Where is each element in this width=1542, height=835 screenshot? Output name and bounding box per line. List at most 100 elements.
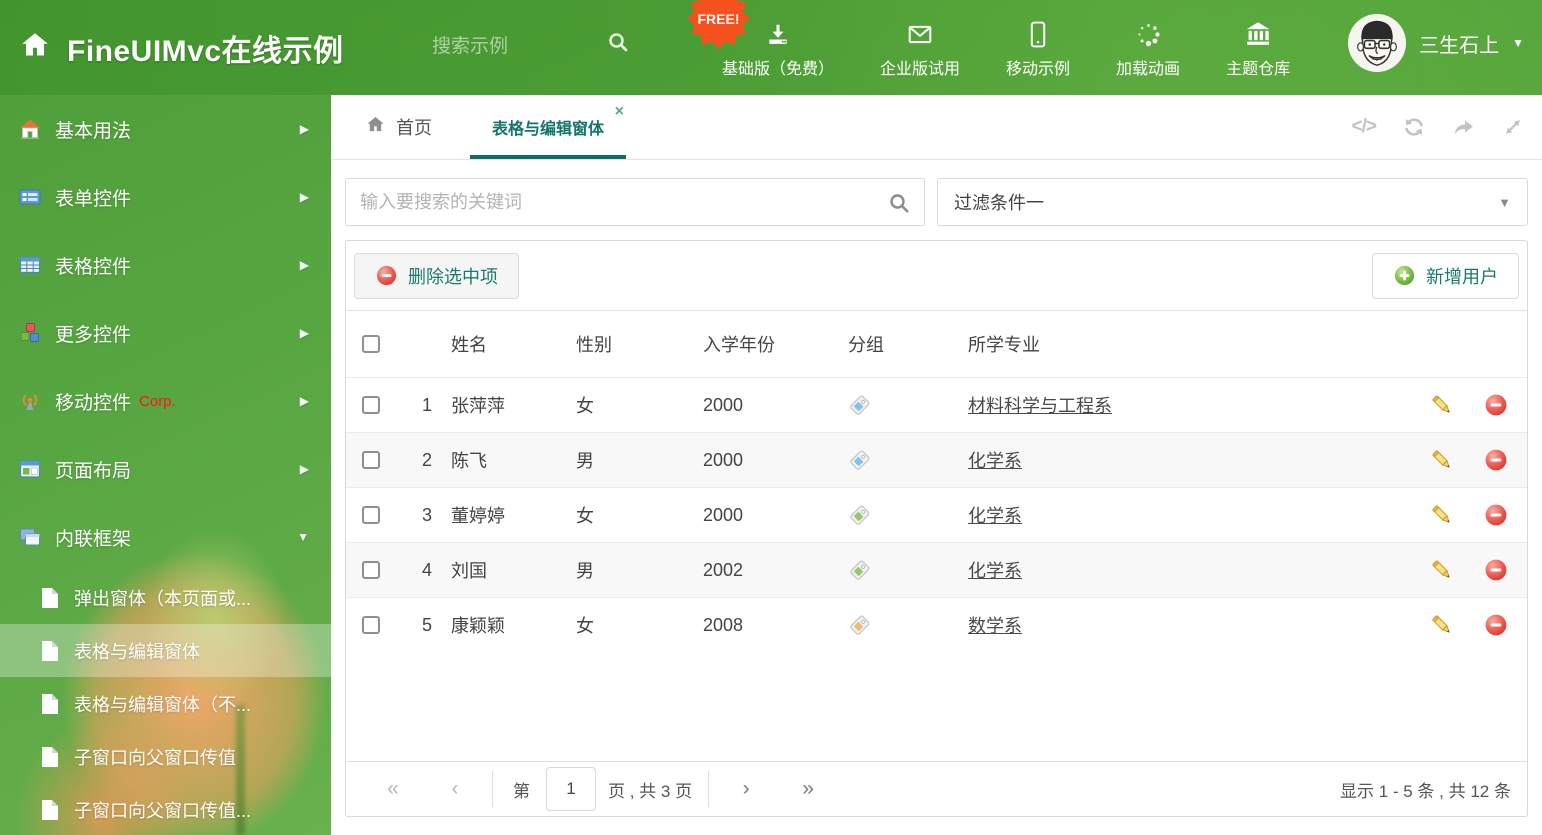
delete-row-icon[interactable] (1465, 613, 1527, 637)
edit-row-icon[interactable] (1419, 393, 1465, 417)
form-icon (18, 185, 42, 209)
delete-selected-button[interactable]: 删除选中项 (354, 252, 519, 299)
sidebar-subitem-label: 表格与编辑窗体（不... (74, 694, 252, 715)
edit-row-icon[interactable] (1419, 448, 1465, 472)
sidebar-item-form-controls[interactable]: 表单控件 ▶ (0, 163, 331, 231)
row-checkbox[interactable] (362, 451, 380, 469)
sidebar-subitem-child-to-parent-alt[interactable]: 子窗口向父窗口传值... (0, 783, 331, 835)
group-tag-icon (833, 559, 953, 582)
user-menu[interactable]: 三生石上 ▼ (1348, 14, 1524, 72)
bank-icon (1243, 20, 1273, 48)
row-checkbox[interactable] (362, 506, 380, 524)
brand: FineUIMvc在线示例 (18, 0, 344, 95)
share-icon[interactable] (1452, 115, 1476, 139)
table-row[interactable]: 4 刘国 男 2002 化学系 (346, 542, 1527, 597)
major-link[interactable]: 化学系 (968, 557, 1022, 583)
sidebar-subitem-grid-edit-window-alt[interactable]: 表格与编辑窗体（不... (0, 677, 331, 730)
nav-item-enterprise-trial[interactable]: 企业版试用 (880, 20, 960, 79)
table-row[interactable]: 1 张萍萍 女 2000 材料科学与工程系 (346, 377, 1527, 432)
file-icon (40, 799, 60, 821)
sidebar-subitem-child-to-parent[interactable]: 子窗口向父窗口传值 (0, 730, 331, 783)
table-row[interactable]: 2 陈飞 男 2000 化学系 (346, 432, 1527, 487)
avatar[interactable] (1348, 14, 1407, 72)
prev-page-button[interactable]: ‹ (424, 777, 486, 801)
nav-item-theme-repo[interactable]: 主题仓库 (1226, 20, 1290, 79)
example-search[interactable]: 搜索示例 (432, 30, 630, 59)
select-all-checkbox[interactable] (362, 335, 380, 353)
search-icon[interactable] (887, 191, 911, 220)
sidebar-item-label: 内联框架 (55, 528, 132, 550)
grid-empty-area (346, 652, 1527, 761)
major-link[interactable]: 材料科学与工程系 (968, 392, 1112, 418)
row-checkbox[interactable] (362, 616, 380, 634)
sidebar-item-basic-usage[interactable]: 基本用法 ▶ (0, 95, 331, 163)
row-checkbox[interactable] (362, 396, 380, 414)
keyword-search-box (345, 178, 925, 226)
pager-divider (492, 771, 493, 807)
home-icon[interactable] (18, 30, 52, 65)
major-link[interactable]: 化学系 (968, 447, 1022, 473)
add-user-button[interactable]: 新增用户 (1372, 252, 1519, 299)
sidebar-subitem-label: 表格与编辑窗体 (74, 641, 200, 662)
sidebar-item-label: 表单控件 (55, 188, 132, 210)
last-page-button[interactable]: » (777, 777, 839, 801)
page-label-prefix: 第 (513, 781, 530, 801)
column-header-group[interactable]: 分组 (833, 331, 953, 357)
sidebar-item-mobile-controls[interactable]: 移动控件 Corp. ▶ (0, 367, 331, 435)
column-header-year[interactable]: 入学年份 (688, 331, 833, 357)
edit-row-icon[interactable] (1419, 503, 1465, 527)
sidebar-item-label: 页面布局 (55, 460, 132, 482)
source-code-icon[interactable]: </> (1352, 116, 1378, 138)
username: 三生石上 (1419, 34, 1500, 57)
tab-grid-edit-window[interactable]: 表格与编辑窗体 × (470, 95, 627, 159)
filter-dropdown[interactable]: 过滤条件一 ▼ (937, 178, 1528, 226)
tab-home[interactable]: 首页 (351, 95, 446, 159)
search-icon[interactable] (606, 30, 630, 59)
column-header-gender[interactable]: 性别 (561, 331, 688, 357)
delete-row-icon[interactable] (1465, 448, 1527, 472)
delete-row-icon[interactable] (1465, 393, 1527, 417)
page-number-input[interactable] (546, 767, 596, 811)
sidebar-item-label: 更多控件 (55, 324, 132, 346)
sidebar-item-label: 表格控件 (55, 256, 132, 278)
row-checkbox[interactable] (362, 561, 380, 579)
expand-icon[interactable] (1502, 116, 1524, 138)
app-title: FineUIMvc在线示例 (67, 34, 344, 68)
sidebar-subitem-popup-window[interactable]: 弹出窗体（本页面或... (0, 571, 331, 624)
column-header-name[interactable]: 姓名 (436, 331, 561, 357)
top-header-bar: FineUIMvc在线示例 搜索示例 FREE! 基础版（免费） 企业版试用 移… (0, 0, 1542, 95)
next-page-button[interactable]: › (715, 777, 777, 801)
major-link[interactable]: 化学系 (968, 502, 1022, 528)
sidebar-item-grid-controls[interactable]: 表格控件 ▶ (0, 231, 331, 299)
sidebar-item-iframe[interactable]: 内联框架 ▼ (0, 503, 331, 571)
sidebar-menu: 基本用法 ▶ 表单控件 ▶ 表格控件 ▶ 更多控件 ▶ 移动控件 Corp. ▶… (0, 95, 331, 835)
nav-label: 企业版试用 (880, 61, 961, 78)
sidebar-item-label: 移动控件 (55, 392, 132, 414)
file-icon (40, 693, 60, 715)
refresh-icon[interactable] (1402, 115, 1426, 139)
nav-item-mobile-demo[interactable]: 移动示例 (1006, 20, 1070, 79)
chevron-right-icon: ▶ (299, 258, 309, 272)
close-icon[interactable]: × (615, 104, 624, 120)
chevron-right-icon: ▶ (299, 190, 309, 204)
tab-toolbar: </> (1352, 95, 1524, 159)
grid-toolbar: 删除选中项 新增用户 (346, 241, 1527, 311)
edit-row-icon[interactable] (1419, 558, 1465, 582)
sidebar-item-more-controls[interactable]: 更多控件 ▶ (0, 299, 331, 367)
keyword-search-input[interactable] (346, 179, 924, 225)
sidebar-subitem-grid-edit-window[interactable]: 表格与编辑窗体 (0, 624, 331, 677)
delete-row-icon[interactable] (1465, 503, 1527, 527)
sidebar-subitem-label: 子窗口向父窗口传值 (74, 747, 236, 768)
nav-item-loading-animations[interactable]: 加载动画 (1116, 20, 1180, 79)
edit-row-icon[interactable] (1419, 613, 1465, 637)
delete-row-icon[interactable] (1465, 558, 1527, 582)
sidebar-item-page-layout[interactable]: 页面布局 ▶ (0, 435, 331, 503)
file-icon (40, 746, 60, 768)
first-page-button[interactable]: « (362, 777, 424, 801)
download-icon (764, 20, 792, 48)
column-header-major[interactable]: 所学专业 (953, 331, 1419, 357)
table-row[interactable]: 5 康颖颖 女 2008 数学系 (346, 597, 1527, 652)
chevron-right-icon: ▶ (299, 326, 309, 340)
major-link[interactable]: 数学系 (968, 612, 1022, 638)
table-row[interactable]: 3 董婷婷 女 2000 化学系 (346, 487, 1527, 542)
